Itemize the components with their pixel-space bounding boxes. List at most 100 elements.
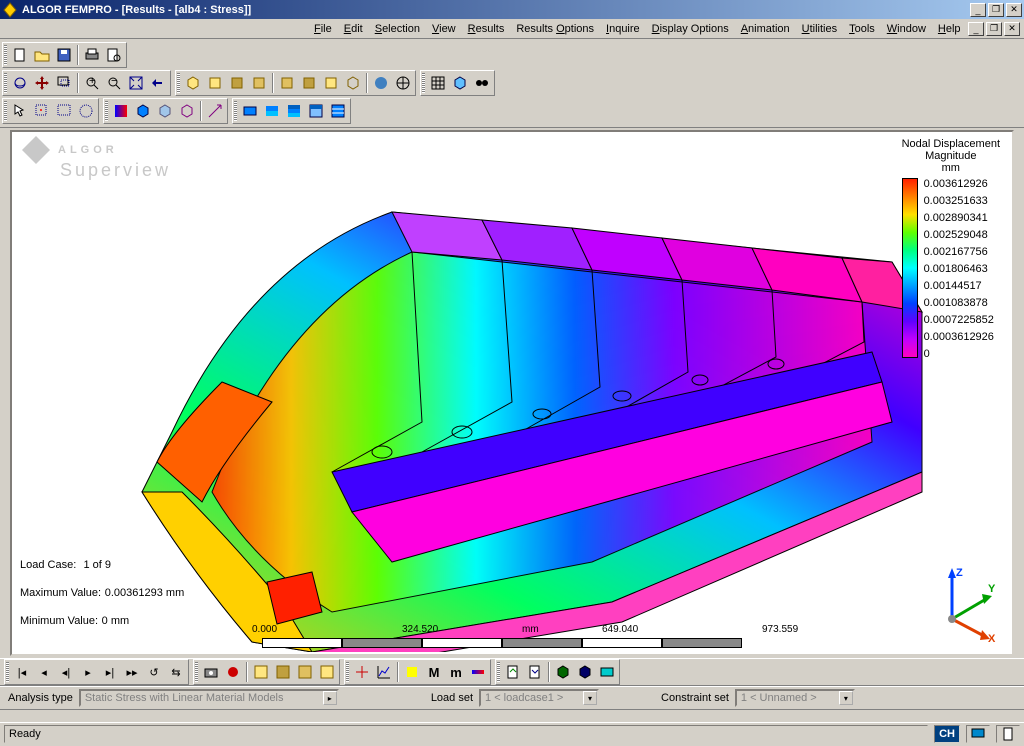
view-front-button[interactable] bbox=[226, 72, 248, 94]
cube-front-icon bbox=[229, 75, 245, 91]
export5-button[interactable] bbox=[596, 661, 618, 683]
layer2-button[interactable] bbox=[261, 100, 283, 122]
anim-bounce-button[interactable]: ⇆ bbox=[165, 661, 187, 683]
loadset-combo[interactable]: 1 < loadcase1 >▾ bbox=[479, 689, 599, 707]
chart-button[interactable] bbox=[373, 661, 395, 683]
select-circle-icon bbox=[78, 103, 94, 119]
probe-button[interactable] bbox=[351, 661, 373, 683]
export2-button[interactable] bbox=[524, 661, 546, 683]
menu-selection[interactable]: Selection bbox=[369, 21, 426, 37]
view-iso-button[interactable] bbox=[182, 72, 204, 94]
zoom-in-button[interactable]: + bbox=[81, 72, 103, 94]
highlight-button[interactable] bbox=[401, 661, 423, 683]
constraint-combo[interactable]: 1 < Unnamed >▾ bbox=[735, 689, 855, 707]
disp-wire-button[interactable] bbox=[176, 100, 198, 122]
view-back-button[interactable] bbox=[298, 72, 320, 94]
anim-rev-button[interactable]: ◂| bbox=[55, 661, 77, 683]
select-circle-button[interactable] bbox=[75, 100, 97, 122]
zoom-prev-button[interactable] bbox=[147, 72, 169, 94]
print-preview-button[interactable] bbox=[103, 44, 125, 66]
folder-open-icon bbox=[34, 47, 50, 63]
restore-button[interactable]: ❐ bbox=[988, 3, 1004, 17]
menu-results-options[interactable]: Results Options bbox=[510, 21, 600, 37]
select-node-button[interactable] bbox=[31, 100, 53, 122]
menu-results[interactable]: Results bbox=[462, 21, 511, 37]
save-button[interactable] bbox=[53, 44, 75, 66]
export4-button[interactable] bbox=[574, 661, 596, 683]
print-button[interactable] bbox=[81, 44, 103, 66]
opt1-button[interactable] bbox=[250, 661, 272, 683]
find-button[interactable] bbox=[471, 72, 493, 94]
anim-first-button[interactable]: |◂ bbox=[11, 661, 33, 683]
anim-play-button[interactable]: ▸ bbox=[77, 661, 99, 683]
opt4-button[interactable] bbox=[316, 661, 338, 683]
disp-solid-button[interactable] bbox=[132, 100, 154, 122]
analysis-type-combo[interactable]: Static Stress with Linear Material Model… bbox=[79, 689, 339, 707]
shade-button[interactable] bbox=[370, 72, 392, 94]
menu-edit[interactable]: Edit bbox=[338, 21, 369, 37]
open-button[interactable] bbox=[31, 44, 53, 66]
pan-button[interactable] bbox=[31, 72, 53, 94]
menu-help[interactable]: Help bbox=[932, 21, 967, 37]
menu-inquire[interactable]: Inquire bbox=[600, 21, 646, 37]
layer4-button[interactable] bbox=[305, 100, 327, 122]
status-icon1[interactable] bbox=[966, 725, 990, 743]
anim-next-button[interactable]: ▸| bbox=[99, 661, 121, 683]
view-left-button[interactable] bbox=[276, 72, 298, 94]
anim-prev-button[interactable]: ◂ bbox=[33, 661, 55, 683]
disp-vector-button[interactable] bbox=[204, 100, 226, 122]
orbit-button[interactable] bbox=[9, 72, 31, 94]
zoom-fit-button[interactable] bbox=[125, 72, 147, 94]
disp-contour-button[interactable] bbox=[110, 100, 132, 122]
label-min-button[interactable]: m bbox=[445, 661, 467, 683]
anim-loop-button[interactable]: ↺ bbox=[143, 661, 165, 683]
view-iso2-button[interactable] bbox=[342, 72, 364, 94]
range-button[interactable] bbox=[467, 661, 489, 683]
minimize-button[interactable]: _ bbox=[970, 3, 986, 17]
new-button[interactable] bbox=[9, 44, 31, 66]
view-bottom-button[interactable] bbox=[320, 72, 342, 94]
constraint-label: Constraint set bbox=[661, 692, 729, 704]
opt2-button[interactable] bbox=[272, 661, 294, 683]
export3-button[interactable] bbox=[552, 661, 574, 683]
select-rect-button[interactable] bbox=[53, 100, 75, 122]
menu-display-options[interactable]: Display Options bbox=[646, 21, 735, 37]
menu-file[interactable]: File bbox=[308, 21, 338, 37]
menu-window[interactable]: Window bbox=[881, 21, 932, 37]
disp-trans-button[interactable] bbox=[154, 100, 176, 122]
toggle-mesh-button[interactable] bbox=[449, 72, 471, 94]
zoom-window-button[interactable] bbox=[53, 72, 75, 94]
menu-tools[interactable]: Tools bbox=[843, 21, 881, 37]
close-button[interactable]: ✕ bbox=[1006, 3, 1022, 17]
zoom-out-button[interactable]: − bbox=[103, 72, 125, 94]
status-icon2[interactable] bbox=[996, 725, 1020, 743]
view-top-button[interactable] bbox=[204, 72, 226, 94]
record-button[interactable] bbox=[222, 661, 244, 683]
layer1-button[interactable] bbox=[239, 100, 261, 122]
menu-view[interactable]: View bbox=[426, 21, 462, 37]
capture-button[interactable] bbox=[200, 661, 222, 683]
select-arrow-button[interactable] bbox=[9, 100, 31, 122]
view-right-button[interactable] bbox=[248, 72, 270, 94]
label-max-button[interactable]: M bbox=[423, 661, 445, 683]
layer3-button[interactable] bbox=[283, 100, 305, 122]
select-rect-icon bbox=[56, 103, 72, 119]
opt3-button[interactable] bbox=[294, 661, 316, 683]
layer5-button[interactable] bbox=[327, 100, 349, 122]
anim-last-button[interactable]: ▸▸ bbox=[121, 661, 143, 683]
results-viewport[interactable]: ALGOR Superview bbox=[10, 130, 1014, 656]
mdi-restore-button[interactable]: ❐ bbox=[986, 22, 1002, 36]
preview-icon bbox=[106, 47, 122, 63]
cube-back-icon bbox=[301, 75, 317, 91]
menu-utilities[interactable]: Utilities bbox=[796, 21, 843, 37]
toggle-grid-button[interactable] bbox=[427, 72, 449, 94]
wire-button[interactable] bbox=[392, 72, 414, 94]
menu-animation[interactable]: Animation bbox=[735, 21, 796, 37]
status-ready: Ready bbox=[4, 725, 928, 743]
range-icon bbox=[470, 664, 486, 680]
mdi-minimize-button[interactable]: _ bbox=[968, 22, 984, 36]
shade-icon bbox=[373, 75, 389, 91]
analysis-type-label: Analysis type bbox=[8, 692, 73, 704]
mdi-close-button[interactable]: ✕ bbox=[1004, 22, 1020, 36]
export1-button[interactable] bbox=[502, 661, 524, 683]
